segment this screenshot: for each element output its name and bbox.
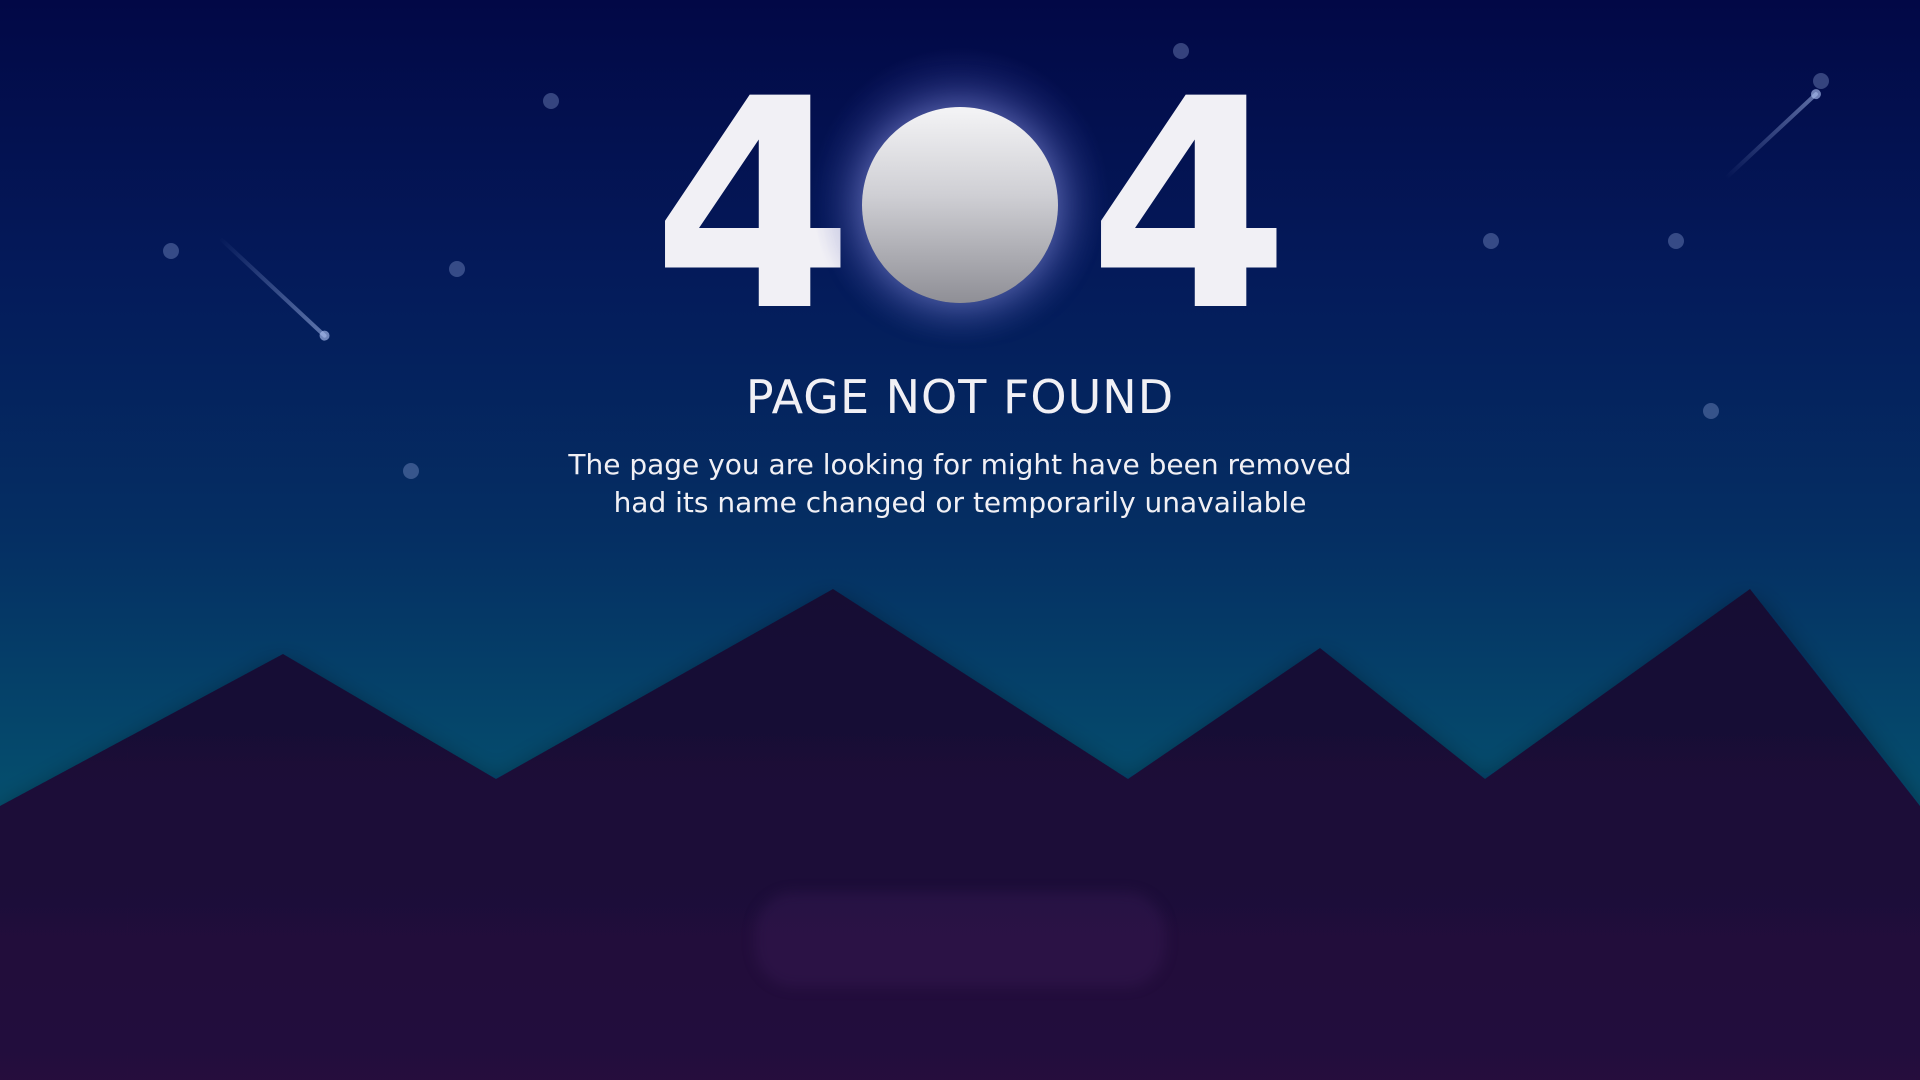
faded-logo-watermark	[755, 892, 1165, 987]
description-line-1: The page you are looking for might have …	[568, 448, 1352, 481]
mountain-silhouette	[0, 589, 1920, 1080]
page-title: PAGE NOT FOUND	[745, 370, 1175, 424]
error-description: The page you are looking for might have …	[0, 446, 1920, 522]
error-digit-right: 4	[1088, 38, 1290, 375]
description-line-2: had its name changed or temporarily unav…	[613, 486, 1307, 519]
moon-icon	[862, 107, 1058, 303]
